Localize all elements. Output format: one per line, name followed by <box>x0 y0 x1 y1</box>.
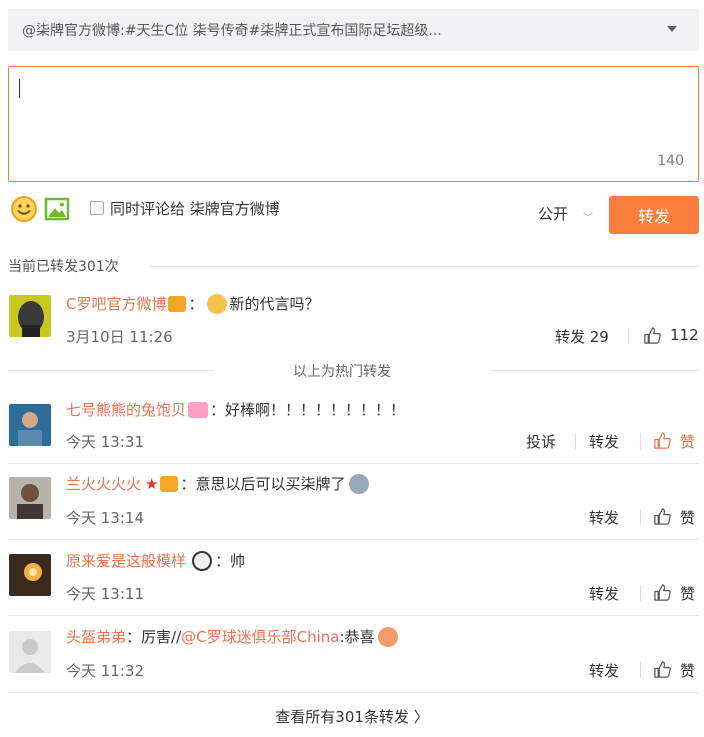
image-icon[interactable] <box>44 197 70 221</box>
thumbs-up-icon[interactable] <box>653 431 672 450</box>
username-link[interactable]: 头盔弟弟 <box>66 626 126 647</box>
smiley-icon[interactable] <box>10 195 38 223</box>
like-count[interactable]: 112 <box>670 326 699 344</box>
repost-text: 新的代言吗？ <box>229 295 320 313</box>
like-action[interactable]: 赞 <box>680 507 695 528</box>
chevron-down-icon[interactable]: ﹀ <box>583 209 593 224</box>
divider <box>150 266 699 267</box>
hot-reposts-label: 以上为热门转发 <box>293 364 391 380</box>
username-link[interactable]: 兰火火火火 <box>66 473 141 494</box>
visibility-select[interactable]: 公开 <box>538 203 568 224</box>
avatar[interactable] <box>9 631 51 673</box>
repost-item: 兰火火火火 ★ ： 意思以后可以买柒牌了 今天 13:14 转发 赞 <box>0 464 704 534</box>
vip-badge-icon <box>168 295 187 312</box>
repost-textarea[interactable]: 140 <box>8 66 699 182</box>
avatar[interactable] <box>9 554 51 596</box>
divider <box>640 662 641 678</box>
thumbs-up-icon[interactable] <box>653 660 672 679</box>
repost-action[interactable]: 转发 <box>589 431 619 452</box>
repost-text: 意思以后可以买柒牌了 <box>195 475 346 493</box>
char-counter: 140 <box>657 153 684 169</box>
repost-text: 好棒啊！！！！！！！！！ <box>225 401 406 419</box>
like-action[interactable]: 赞 <box>680 431 695 452</box>
repost-item: 七号熊熊的兔饱贝 ： 好棒啊！！！！！！！！！ 今天 13:31 投诉 转发 赞 <box>0 391 704 461</box>
report-action[interactable]: 投诉 <box>526 431 556 452</box>
username-link[interactable]: 七号熊熊的兔饱贝 <box>66 399 186 420</box>
like-action[interactable]: 赞 <box>680 583 695 604</box>
caret-down-icon[interactable] <box>667 26 677 32</box>
thumbs-up-icon[interactable] <box>643 326 662 345</box>
reference-text: @柒牌官方微博:#天生C位 柒号传奇#柒牌正式宣布国际足坛超级... <box>22 23 442 39</box>
shocked-face-icon <box>348 473 369 494</box>
divider <box>491 370 699 371</box>
repost-item: 原来爱是这般模样 ： 帅 今天 13:11 转发 赞 <box>0 540 704 610</box>
repost-action[interactable]: 转发 29 <box>555 326 609 347</box>
repost-action[interactable]: 转发 <box>589 507 619 528</box>
avatar[interactable] <box>9 404 51 446</box>
timestamp: 今天 11:32 <box>66 662 144 680</box>
mention-link[interactable]: @C罗球迷俱乐部China <box>181 626 339 647</box>
timestamp: 今天 13:14 <box>66 509 144 527</box>
repost-button[interactable]: 转发 <box>609 196 699 234</box>
vip-badge-icon <box>160 475 179 492</box>
repost-text: 帅 <box>230 552 246 570</box>
repost-text: 厉害// <box>141 628 182 646</box>
divider <box>640 509 641 525</box>
member-badge-icon <box>188 401 209 418</box>
like-action[interactable]: 赞 <box>680 660 695 681</box>
also-comment-checkbox[interactable] <box>90 201 104 215</box>
reference-dropdown[interactable]: @柒牌官方微博:#天生C位 柒号传奇#柒牌正式宣布国际足坛超级... <box>8 9 699 51</box>
timestamp: 今天 13:11 <box>66 585 144 603</box>
repost-action[interactable]: 转发 <box>589 583 619 604</box>
star-icon: ★ <box>145 474 159 493</box>
congrats-hands-icon <box>377 626 398 647</box>
divider <box>628 328 629 344</box>
timestamp: 今天 13:31 <box>66 433 144 451</box>
avatar[interactable] <box>9 477 51 519</box>
also-comment-label: 同时评论给 柒牌官方微博 <box>110 200 280 218</box>
divider <box>575 433 576 449</box>
view-all-reposts-link[interactable]: 查看所有301条转发 〉 <box>0 706 704 727</box>
username-link[interactable]: 原来爱是这般模样 <box>66 550 186 571</box>
thumbs-up-icon[interactable] <box>653 507 672 526</box>
hot-repost-item: C罗吧官方微博 ： 新的代言吗？ 3月10日 11:26 转发 29 112 <box>0 284 704 354</box>
divider <box>640 585 641 601</box>
divider <box>8 370 214 371</box>
text-cursor <box>19 79 20 98</box>
thumbs-up-icon[interactable] <box>653 583 672 602</box>
panda-icon <box>192 550 213 571</box>
divider <box>640 433 641 449</box>
timestamp: 3月10日 11:26 <box>66 328 173 346</box>
repost-item: 头盔弟弟 ： 厉害// @C罗球迷俱乐部China :恭喜 今天 11:32 转… <box>0 616 704 686</box>
divider <box>8 692 699 693</box>
username-link[interactable]: C罗吧官方微博 <box>66 293 166 314</box>
crying-face-icon <box>206 293 227 314</box>
avatar[interactable] <box>9 295 51 337</box>
repost-count-label: 当前已转发301次 <box>8 259 119 275</box>
repost-action[interactable]: 转发 <box>589 660 619 681</box>
repost-text: :恭喜 <box>339 628 375 646</box>
